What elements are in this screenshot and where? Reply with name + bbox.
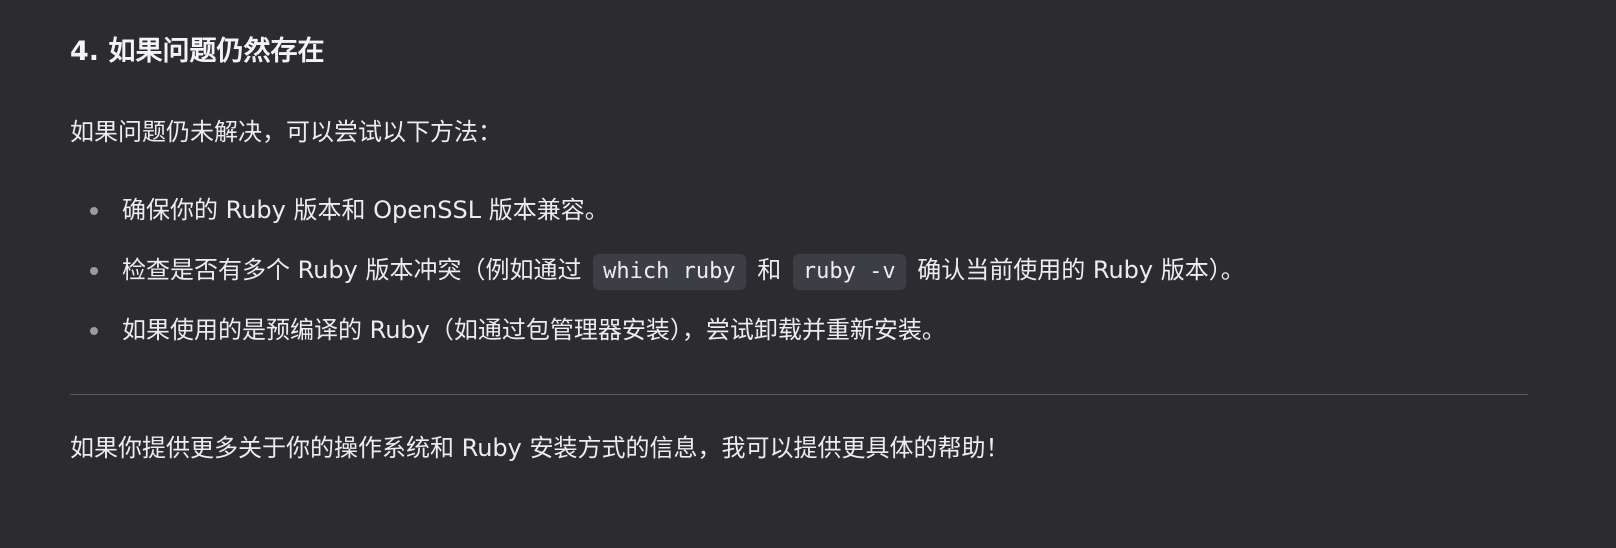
intro-paragraph: 如果问题仍未解决，可以尝试以下方法： — [70, 118, 502, 146]
list-item-text: 如果使用的是预编译的 Ruby（如通过包管理器安装），尝试卸载并重新安装。 — [122, 316, 946, 344]
inline-code-which-ruby: which ruby — [593, 254, 746, 290]
closing-paragraph: 如果你提供更多关于你的操作系统和 Ruby 安装方式的信息，我可以提供更具体的帮… — [70, 434, 1010, 462]
inline-code-ruby-version: ruby -v — [792, 254, 906, 290]
bullet-icon — [90, 267, 98, 275]
horizontal-divider — [70, 394, 1528, 395]
section-heading: 4. 如果问题仍然存在 — [70, 36, 325, 67]
list-item-text: 确保你的 Ruby 版本和 OpenSSL 版本兼容。 — [122, 196, 609, 224]
suggestion-list: 确保你的 Ruby 版本和 OpenSSL 版本兼容。 检查是否有多个 Ruby… — [70, 190, 1245, 370]
list-item: 确保你的 Ruby 版本和 OpenSSL 版本兼容。 — [70, 190, 1245, 230]
bullet-icon — [90, 327, 98, 335]
list-item-text-after: 确认当前使用的 Ruby 版本）。 — [917, 256, 1245, 284]
list-item: 如果使用的是预编译的 Ruby（如通过包管理器安装），尝试卸载并重新安装。 — [70, 310, 1245, 350]
list-item-text-before: 检查是否有多个 Ruby 版本冲突（例如通过 — [122, 256, 582, 284]
bullet-icon — [90, 207, 98, 215]
list-item: 检查是否有多个 Ruby 版本冲突（例如通过 which ruby 和 ruby… — [70, 250, 1245, 290]
list-item-text-middle: 和 — [757, 256, 782, 284]
